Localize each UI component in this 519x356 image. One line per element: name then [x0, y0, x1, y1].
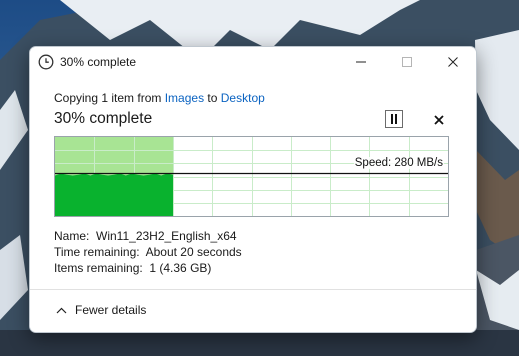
- name-label: Name:: [54, 229, 90, 243]
- close-window-button[interactable]: [430, 47, 476, 77]
- items-value: 1 (4.36 GB): [149, 261, 212, 275]
- chevron-up-icon: [56, 307, 67, 314]
- close-icon: [448, 57, 458, 67]
- name-value: Win11_23H2_English_x64: [96, 229, 237, 243]
- copy-prefix: Copying 1 item from: [54, 91, 165, 105]
- maximize-icon: [402, 57, 412, 67]
- fewer-details-toggle[interactable]: Fewer details: [56, 303, 146, 317]
- speed-label: Speed: 280 MB/s: [353, 157, 444, 169]
- dialog-footer: Fewer details: [30, 289, 476, 332]
- detail-items-remaining: Items remaining: 1 (4.36 GB): [54, 260, 242, 276]
- window-title: 30% complete: [60, 55, 137, 69]
- copy-middle: to: [204, 91, 221, 105]
- pause-button[interactable]: [385, 110, 403, 128]
- destination-folder-link[interactable]: Desktop: [221, 91, 265, 105]
- title-bar[interactable]: 30% complete: [30, 47, 476, 77]
- cancel-icon[interactable]: [432, 113, 446, 127]
- source-folder-link[interactable]: Images: [165, 91, 204, 105]
- copy-description: Copying 1 item from Images to Desktop: [54, 91, 265, 105]
- details-list: Name: Win11_23H2_English_x64 Time remain…: [54, 228, 242, 276]
- copy-progress-dialog: 30% complete Copying 1 item from Images …: [29, 46, 477, 333]
- time-label: Time remaining:: [54, 245, 140, 259]
- pause-icon: [391, 114, 397, 124]
- throughput-area: [55, 173, 173, 216]
- dialog-body: Copying 1 item from Images to Desktop 30…: [30, 77, 476, 289]
- fewer-details-label: Fewer details: [75, 303, 147, 317]
- transfer-speed-graph: Speed: 280 MB/s: [54, 136, 449, 217]
- time-value: About 20 seconds: [145, 245, 242, 259]
- maximize-button[interactable]: [384, 47, 430, 77]
- clock-icon: [38, 54, 54, 70]
- detail-time-remaining: Time remaining: About 20 seconds: [54, 244, 242, 260]
- minimize-icon: [356, 61, 366, 63]
- minimize-button[interactable]: [338, 47, 384, 77]
- items-label: Items remaining:: [54, 261, 143, 275]
- detail-name: Name: Win11_23H2_English_x64: [54, 228, 242, 244]
- progress-heading: 30% complete: [54, 110, 153, 127]
- graph-canvas: [55, 137, 448, 216]
